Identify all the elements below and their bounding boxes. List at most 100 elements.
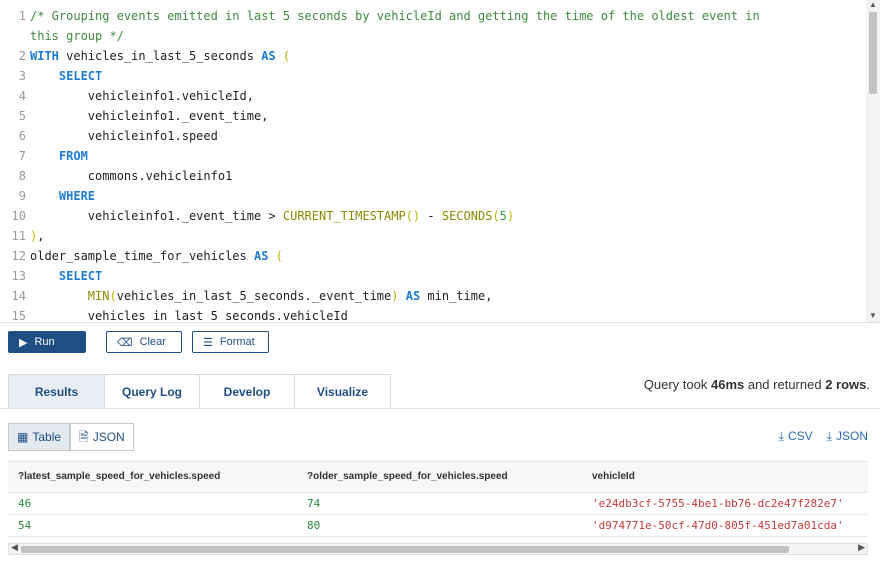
line-number: 10 [11, 209, 26, 223]
tab-query-log[interactable]: Query Log [104, 374, 200, 408]
code-line[interactable]: this group */ [0, 26, 866, 46]
line-number: 3 [18, 69, 26, 83]
code-token: - [420, 209, 442, 223]
table-view-button[interactable]: ▦ Table [8, 423, 71, 451]
code-line[interactable]: 5 vehicleinfo1._event_time, [0, 106, 866, 126]
query-duration: 46ms [710, 377, 745, 392]
query-status: Query took 46ms and returned 2 rows. [643, 377, 870, 392]
code-line[interactable]: 14 MIN(vehicles_in_last_5_seconds._event… [0, 286, 866, 306]
code-token: SELECT [58, 69, 103, 83]
column-header[interactable]: ?older_sample_speed_for_vehicles.speed [297, 462, 582, 492]
table-scroll-thumb[interactable] [21, 546, 789, 553]
code-token: vehicles_in_last_5_seconds.vehicleId [30, 309, 348, 322]
table-row[interactable]: 54 80 'd974771e-50cf-47d0-805f-451ed7a01… [8, 515, 868, 537]
line-number: 8 [18, 169, 26, 183]
json-file-icon: 🗎 [79, 430, 89, 444]
code-token: older_sample_time_for_vehicles [30, 249, 254, 263]
code-token: min_time, [420, 289, 493, 303]
table-horizontal-scrollbar[interactable]: ◀ ▶ [8, 542, 868, 555]
code-line[interactable]: 10 vehicleinfo1._event_time > CURRENT_TI… [0, 206, 866, 226]
table-header: ?latest_sample_speed_for_vehicles.speed … [8, 461, 868, 493]
code-token: vehicles_in_last_5_seconds._event_time [116, 289, 392, 303]
code-line[interactable]: 1 /* Grouping events emitted in last 5 se… [0, 6, 866, 26]
code-line[interactable]: 7 FROM [0, 146, 866, 166]
run-button[interactable]: ▶ Run [8, 331, 86, 353]
code-token: AS [253, 249, 269, 263]
line-number: 2 [18, 49, 26, 63]
code-token: this group */ [30, 29, 124, 43]
table-cell: 'e24db3cf-5755-4be1-bb76-dc2e47f282e7' [592, 497, 844, 510]
format-button[interactable]: ☰ Format [192, 331, 269, 353]
download-icon: ⤓ [778, 429, 784, 443]
code-token: ) [391, 289, 399, 303]
code-token: ( [268, 249, 283, 263]
scroll-down-icon[interactable]: ▼ [869, 311, 877, 320]
table-cell: 46 [18, 497, 32, 510]
line-number: 13 [11, 269, 26, 283]
sql-editor[interactable]: 1 /* Grouping events emitted in last 5 se… [0, 0, 880, 322]
export-links: ⤓ CSV ⤓ JSON [779, 429, 868, 444]
editor-scroll-thumb[interactable] [869, 12, 877, 94]
table-icon: ▦ [17, 430, 29, 444]
code-token: ) [506, 209, 515, 223]
eraser-icon: ⌫ [117, 336, 133, 349]
line-number: 14 [11, 289, 26, 303]
scroll-up-icon[interactable]: ▲ [869, 0, 877, 9]
code-line[interactable]: 12 older_sample_time_for_vehicles AS ( [0, 246, 866, 266]
code-token: vehicleinfo1.speed [30, 129, 218, 143]
code-line[interactable]: 8 commons.vehicleinfo1 [0, 166, 866, 186]
format-icon: ☰ [203, 336, 213, 349]
code-token: vehicleinfo1._event_time, [30, 109, 269, 123]
code-line[interactable]: 4 vehicleinfo1.vehicleId, [0, 86, 866, 106]
code-token: , [37, 229, 45, 243]
code-token: WITH [30, 49, 59, 63]
column-header[interactable]: vehicleId [582, 462, 868, 492]
results-table: ?latest_sample_speed_for_vehicles.speed … [8, 461, 868, 537]
clear-button[interactable]: ⌫ Clear [106, 331, 182, 353]
scroll-left-icon[interactable]: ◀ [11, 542, 18, 553]
column-header[interactable]: ?latest_sample_speed_for_vehicles.speed [8, 462, 297, 492]
code-token: AS [405, 289, 421, 303]
code-area[interactable]: 1 /* Grouping events emitted in last 5 se… [0, 6, 866, 322]
code-line[interactable]: 9 WHERE [0, 186, 866, 206]
code-token: vehicleinfo1._event_time > [30, 209, 283, 223]
view-toggle: ▦ Table 🗎 JSON [8, 423, 134, 451]
code-token: ) [30, 229, 38, 243]
row-count: 2 rows [825, 377, 867, 392]
line-number [0, 26, 30, 46]
tab-visualize[interactable]: Visualize [294, 374, 391, 408]
tab-results[interactable]: Results [8, 374, 105, 408]
line-number: 7 [18, 149, 26, 163]
line-number: 15 [11, 309, 26, 322]
code-line[interactable]: 15 vehicles_in_last_5_seconds.vehicleId [0, 306, 866, 322]
export-csv-link[interactable]: ⤓ CSV [779, 429, 813, 444]
code-line[interactable]: 6 vehicleinfo1.speed [0, 126, 866, 146]
tab-develop[interactable]: Develop [199, 374, 295, 408]
code-token: MIN [87, 289, 110, 303]
scroll-right-icon[interactable]: ▶ [858, 542, 865, 553]
editor-vertical-scrollbar[interactable]: ▲ ▼ [866, 0, 880, 322]
table-cell: 74 [307, 497, 321, 510]
code-line[interactable]: 11), [0, 226, 866, 246]
table-row[interactable]: 46 74 'e24db3cf-5755-4be1-bb76-dc2e47f28… [8, 493, 868, 515]
code-line[interactable]: 13 SELECT [0, 266, 866, 286]
json-view-button[interactable]: 🗎 JSON [70, 423, 134, 451]
export-json-link[interactable]: ⤓ JSON [827, 429, 868, 444]
table-cell: 'd974771e-50cf-47d0-805f-451ed7a01cda' [592, 519, 844, 532]
code-line[interactable]: 3 SELECT [0, 66, 866, 86]
code-token: commons.vehicleinfo1 [30, 169, 233, 183]
code-line[interactable]: 2 WITH vehicles_in_last_5_seconds AS ( [0, 46, 866, 66]
editor-toolbar: ▶ Run ⌫ Clear ☰ Format [0, 322, 880, 361]
line-number: 11 [11, 229, 26, 243]
play-icon: ▶ [19, 336, 28, 349]
code-token: ( [275, 49, 291, 63]
code-token: vehicles_in_last_5_seconds [58, 49, 262, 63]
line-number: 1 [18, 9, 26, 23]
code-token: WHERE [58, 189, 96, 203]
run-label: Run [34, 336, 55, 348]
code-token: /* Grouping events emitted in last 5 sec… [30, 9, 760, 23]
